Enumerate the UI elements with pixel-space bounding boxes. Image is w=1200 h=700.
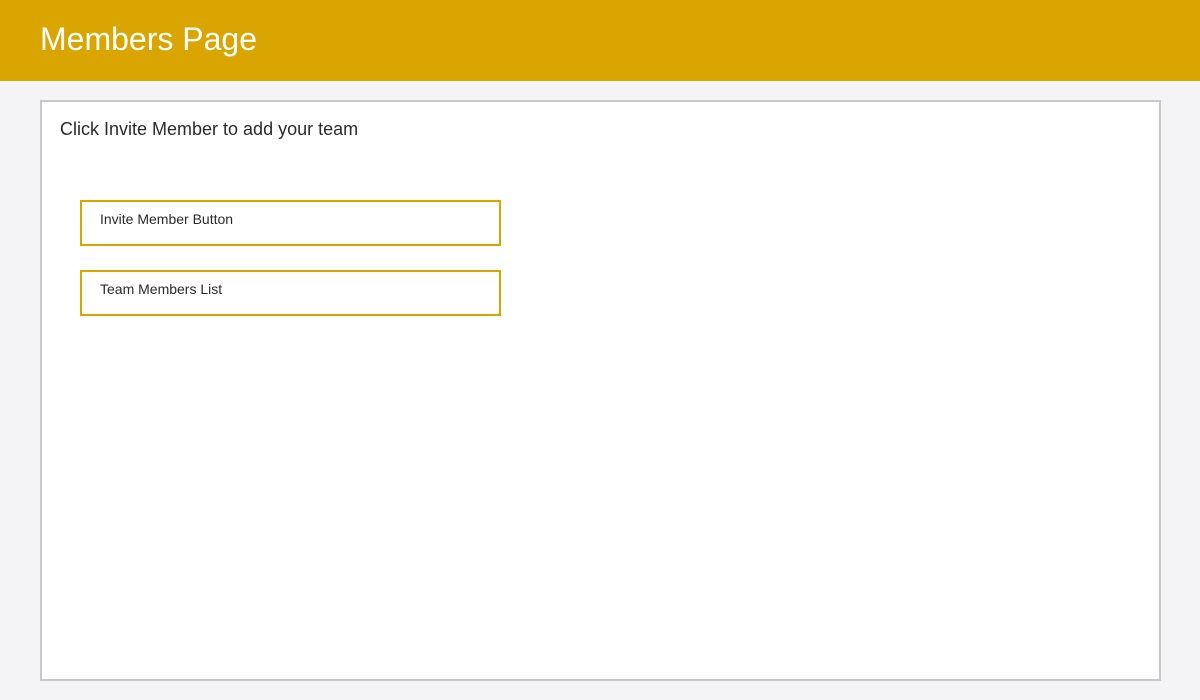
page-header: Members Page [0,0,1200,81]
instruction-text: Click Invite Member to add your team [60,119,359,139]
invite-member-button-label: Invite Member Button [100,211,234,227]
team-members-list-label: Team Members List [100,281,223,297]
team-members-list: Team Members List [80,270,501,316]
invite-member-button[interactable]: Invite Member Button [80,200,501,246]
members-panel: Click Invite Member to add your team Inv… [40,100,1161,681]
page-title: Members Page [40,21,257,57]
